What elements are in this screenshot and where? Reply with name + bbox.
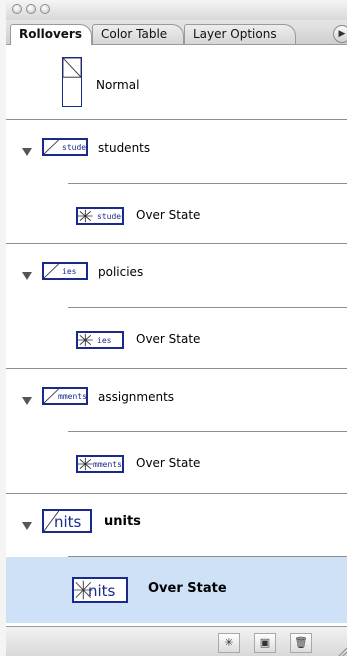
delete-button[interactable]: 🗑 xyxy=(290,633,312,653)
list-item-over-state[interactable]: ies Over State xyxy=(6,308,347,369)
thumbnail-text: mments xyxy=(58,392,87,401)
disclosure-triangle-icon[interactable] xyxy=(22,397,32,405)
rollover-thumbnail: ies xyxy=(76,331,124,349)
thumbnail-text: ies xyxy=(62,267,77,276)
list-item-students[interactable]: students students xyxy=(6,121,347,184)
rollover-thumbnail: nits xyxy=(72,577,128,603)
row-label: Over State xyxy=(136,208,201,222)
row-label: Over State xyxy=(136,332,201,346)
disclosure-triangle-icon[interactable] xyxy=(22,522,32,530)
rollover-thumbnail: nits xyxy=(42,509,92,533)
rollover-thumbnail: mments xyxy=(42,387,88,405)
thumbnail-text: students xyxy=(97,212,122,221)
rollover-thumbnail: students xyxy=(42,138,88,156)
row-label: Over State xyxy=(148,581,227,596)
disclosure-triangle-icon[interactable] xyxy=(22,272,32,280)
palette-footer: ✳ ▣ 🗑 xyxy=(6,626,347,656)
create-layer-button[interactable]: ▣ xyxy=(254,633,276,653)
close-button[interactable] xyxy=(12,4,22,14)
thumbnail-text: ies xyxy=(97,336,112,345)
thumbnail-text: nits xyxy=(88,582,116,600)
state-thumbnail xyxy=(62,57,82,107)
list-item-assignments[interactable]: mments assignments xyxy=(6,370,347,432)
star-burst-icon: ✳ xyxy=(224,636,234,649)
row-label: Normal xyxy=(96,78,140,92)
triangle-right-icon: ▶ xyxy=(338,29,346,39)
rollover-list: Normal students students xyxy=(6,45,347,625)
rollover-thumbnail: students xyxy=(76,207,124,225)
thumbnail-text: nits xyxy=(54,513,82,531)
palette-titlebar[interactable] xyxy=(6,0,347,21)
row-label: assignments xyxy=(98,390,175,404)
disclosure-triangle-icon[interactable] xyxy=(22,148,32,156)
list-item-units[interactable]: nits units xyxy=(6,495,347,557)
tab-rollovers[interactable]: Rollovers xyxy=(10,24,92,45)
list-item-over-state[interactable]: students Over State xyxy=(6,184,347,244)
rollover-thumbnail: mments xyxy=(76,455,124,473)
list-item-over-state[interactable]: mments Over State xyxy=(6,432,347,494)
rollover-thumbnail: ies xyxy=(42,262,88,280)
zoom-button[interactable] xyxy=(40,4,50,14)
row-label: units xyxy=(104,514,141,529)
rollovers-palette: Rollovers Color Table Layer Options ▶ No… xyxy=(6,0,347,656)
row-label: students xyxy=(98,141,151,155)
trash-icon: 🗑 xyxy=(294,636,308,649)
tab-layer-options[interactable]: Layer Options xyxy=(184,24,296,44)
list-item-normal[interactable]: Normal xyxy=(6,45,347,120)
new-rollover-state-button[interactable]: ✳ xyxy=(218,633,240,653)
thumbnail-text: mments xyxy=(93,460,122,469)
row-label: Over State xyxy=(136,456,201,470)
list-item-over-state-selected[interactable]: nits Over State xyxy=(6,557,347,623)
minimize-button[interactable] xyxy=(26,4,36,14)
thumbnail-text: students xyxy=(62,143,87,152)
row-label: policies xyxy=(98,265,144,279)
tab-color-table[interactable]: Color Table xyxy=(92,24,184,44)
tab-bar: Rollovers Color Table Layer Options ▶ xyxy=(6,20,347,45)
resize-grip-icon[interactable] xyxy=(337,646,347,656)
list-item-policies[interactable]: ies policies xyxy=(6,245,347,308)
page-icon: ▣ xyxy=(259,636,271,649)
palette-menu-button[interactable]: ▶ xyxy=(333,25,347,43)
slice-icon xyxy=(63,58,81,78)
